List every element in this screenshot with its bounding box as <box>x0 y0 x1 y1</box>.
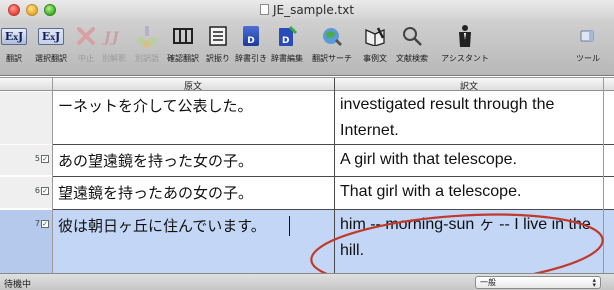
literature-search-button[interactable]: 文献検索 <box>392 20 432 76</box>
translate-search-button[interactable]: 翻訳サーチ <box>306 20 358 76</box>
row-checkbox[interactable]: ✓ <box>41 155 49 163</box>
translate-button[interactable]: ExJ 翻訳 <box>0 20 28 76</box>
literature-search-icon <box>399 24 425 48</box>
row-number: 5 <box>34 154 40 163</box>
selection-translate-button[interactable]: ExJ 選択翻訳 <box>28 20 74 76</box>
dictionary-edit-icon: D <box>274 24 300 48</box>
status-bar: 待機中 一般 ▴ ▾ <box>0 273 614 290</box>
interlinear-button-label: 訳振り <box>206 54 230 63</box>
window-title: JE_sample.txt <box>0 3 614 17</box>
assistant-button[interactable]: アシスタント <box>432 20 498 76</box>
table-row[interactable]: ーネットを介して公表した。 investigated result throug… <box>0 92 614 144</box>
row-number-cell: 5 ✓ <box>0 145 52 175</box>
tool-button-label: ツール <box>576 54 600 63</box>
alt-word-button[interactable]: 別訳語 <box>130 20 164 76</box>
dictionary-lookup-button-label: 辞書引き <box>235 54 267 63</box>
target-text[interactable]: A girl with that telescope. <box>340 147 602 173</box>
source-text[interactable]: ーネットを介して公表した。 <box>58 95 253 116</box>
stop-button-label: 中止 <box>78 54 94 63</box>
row-number-cell <box>0 92 52 144</box>
selection-translate-button-label: 選択翻訳 <box>35 54 67 63</box>
interlinear-button[interactable]: 訳振り <box>202 20 234 76</box>
title-bar: JE_sample.txt <box>0 0 614 20</box>
ej-icon: ExJ <box>37 24 65 48</box>
interlinear-icon <box>205 24 231 48</box>
dictionary-edit-button-label: 辞書編集 <box>271 54 303 63</box>
dictionary-edit-button[interactable]: D 辞書編集 <box>268 20 306 76</box>
assistant-icon <box>452 24 478 48</box>
svg-text:J: J <box>102 30 112 46</box>
confirm-translate-button-label: 確認翻訳 <box>167 54 199 63</box>
document-icon <box>259 4 269 15</box>
alt-interpretation-button-label: 別解釈 <box>102 54 126 63</box>
confirm-translate-icon <box>170 24 196 48</box>
alt-interpretation-button[interactable]: JJ 別解釈 <box>98 20 130 76</box>
dictionary-lookup-button[interactable]: D 辞書引き <box>234 20 268 76</box>
column-headers: 原文 訳文 <box>0 78 614 92</box>
source-text[interactable]: 彼は朝日ヶ丘に住んでいます。 <box>58 215 266 236</box>
alt-interpretation-icon: JJ <box>101 24 127 48</box>
target-text[interactable]: That girl with a telescope. <box>340 179 602 205</box>
row-number-cell: 6 ✓ <box>0 177 52 208</box>
svg-text:D: D <box>282 36 289 46</box>
source-column-header[interactable]: 原文 <box>52 79 334 92</box>
stop-icon <box>73 24 99 48</box>
source-text[interactable]: 望遠鏡を持ったあの女の子。 <box>58 182 253 203</box>
dictionary-icon: D <box>238 24 264 48</box>
target-text[interactable]: investigated result through the Internet… <box>340 92 602 144</box>
toolbar: ExJ 翻訳 ExJ 選択翻訳 中止 JJ 別解釈 別訳語 確認翻訳 訳振り D… <box>0 20 614 94</box>
column-divider <box>52 78 53 274</box>
row-number-cell: 7 ✓ <box>0 210 52 274</box>
tool-button[interactable]: ツール <box>562 20 614 76</box>
translate-search-button-label: 翻訳サーチ <box>312 54 352 63</box>
source-text[interactable]: あの望遠鏡を持った女の子。 <box>58 150 253 171</box>
row-number: 7 <box>34 219 40 228</box>
row-checkbox[interactable]: ✓ <box>41 187 49 195</box>
tool-icon <box>575 24 601 48</box>
alt-word-icon <box>134 24 160 48</box>
window-title-text: JE_sample.txt <box>272 3 355 17</box>
row-checkbox[interactable]: ✓ <box>41 220 49 228</box>
stop-button[interactable]: 中止 <box>74 20 98 76</box>
table-row[interactable]: 6 ✓ 望遠鏡を持ったあの女の子。 That girl with a telesc… <box>0 177 614 208</box>
text-caret <box>289 216 290 236</box>
row-number: 6 <box>34 186 40 195</box>
examples-icon <box>362 24 388 48</box>
assistant-button-label: アシスタント <box>441 54 489 63</box>
literature-search-button-label: 文献検索 <box>396 54 428 63</box>
table-row[interactable]: 5 ✓ あの望遠鏡を持った女の子。 A girl with that telesc… <box>0 145 614 175</box>
examples-button-label: 事例文 <box>363 54 387 63</box>
ej-icon: ExJ <box>0 24 28 48</box>
status-text: 待機中 <box>4 280 32 290</box>
translate-search-icon <box>319 24 345 48</box>
mode-select-value: 一般 <box>480 278 496 287</box>
svg-text:J: J <box>109 30 120 46</box>
translate-button-label: 翻訳 <box>6 54 22 63</box>
up-down-arrows-icon: ▴ ▾ <box>592 276 596 289</box>
mode-select[interactable]: 一般 ▴ ▾ <box>475 276 601 289</box>
confirm-translate-button[interactable]: 確認翻訳 <box>164 20 202 76</box>
alt-word-button-label: 別訳語 <box>135 54 159 63</box>
target-column-header[interactable]: 訳文 <box>335 79 603 92</box>
examples-button[interactable]: 事例文 <box>358 20 392 76</box>
